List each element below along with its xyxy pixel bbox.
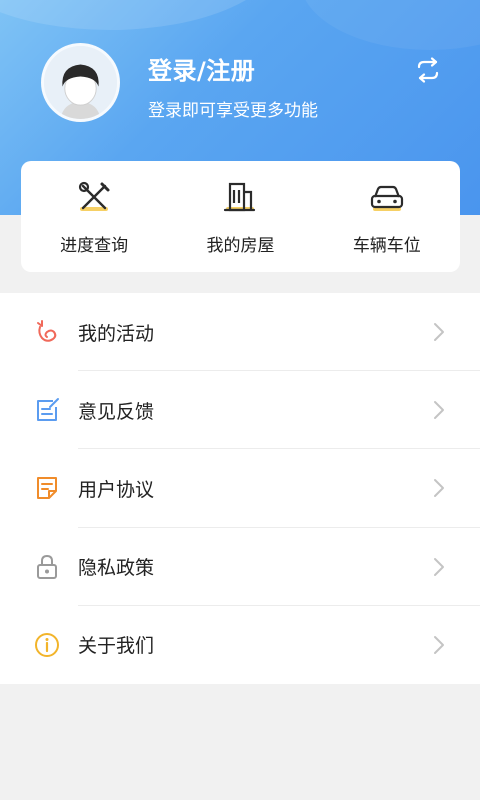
tools-icon [79,181,110,211]
activity-icon [37,320,57,342]
switch-account-icon[interactable] [413,55,443,85]
header-decoration [300,0,480,50]
header-decoration [0,0,280,30]
quick-action-progress[interactable]: 进度查询 [21,161,167,272]
login-subtitle: 登录即可享受更多功能 [148,101,318,121]
menu-item-agreement[interactable]: 用户协议 [0,449,480,528]
menu-item-activity[interactable]: 我的活动 [0,293,480,372]
quick-action-label: 车辆车位 [352,236,421,256]
menu-item-label: 隐私政策 [78,557,155,580]
settings-menu: 我的活动 意见反馈 用户协议 隐私政策 关于我们 [0,293,480,684]
menu-item-label: 用户协议 [78,478,155,501]
quick-action-vehicle[interactable]: 车辆车位 [314,161,460,272]
avatar[interactable] [41,43,120,122]
agreement-icon [37,477,57,500]
chevron-right-icon [434,635,444,654]
chevron-right-icon [434,323,444,342]
chevron-right-icon [434,479,444,498]
menu-item-about[interactable]: 关于我们 [0,606,480,684]
menu-item-label: 意见反馈 [78,400,155,423]
default-avatar-icon [44,46,117,119]
quick-action-label: 我的房屋 [206,236,275,256]
chevron-right-icon [434,557,444,576]
car-icon [370,185,403,211]
feedback-icon [37,398,59,422]
quick-action-label: 进度查询 [60,236,129,256]
lock-icon [37,554,57,579]
info-icon [35,632,59,657]
quick-actions-card: 进度查询 我的房屋 车辆车位 [21,161,460,272]
menu-item-feedback[interactable]: 意见反馈 [0,371,480,450]
menu-item-label: 我的活动 [78,322,155,345]
chevron-right-icon [434,401,444,420]
menu-item-privacy[interactable]: 隐私政策 [0,528,480,606]
login-title[interactable]: 登录/注册 [148,51,255,86]
quick-action-house[interactable]: 我的房屋 [167,161,313,272]
building-icon [224,182,256,212]
menu-item-label: 关于我们 [78,635,155,658]
